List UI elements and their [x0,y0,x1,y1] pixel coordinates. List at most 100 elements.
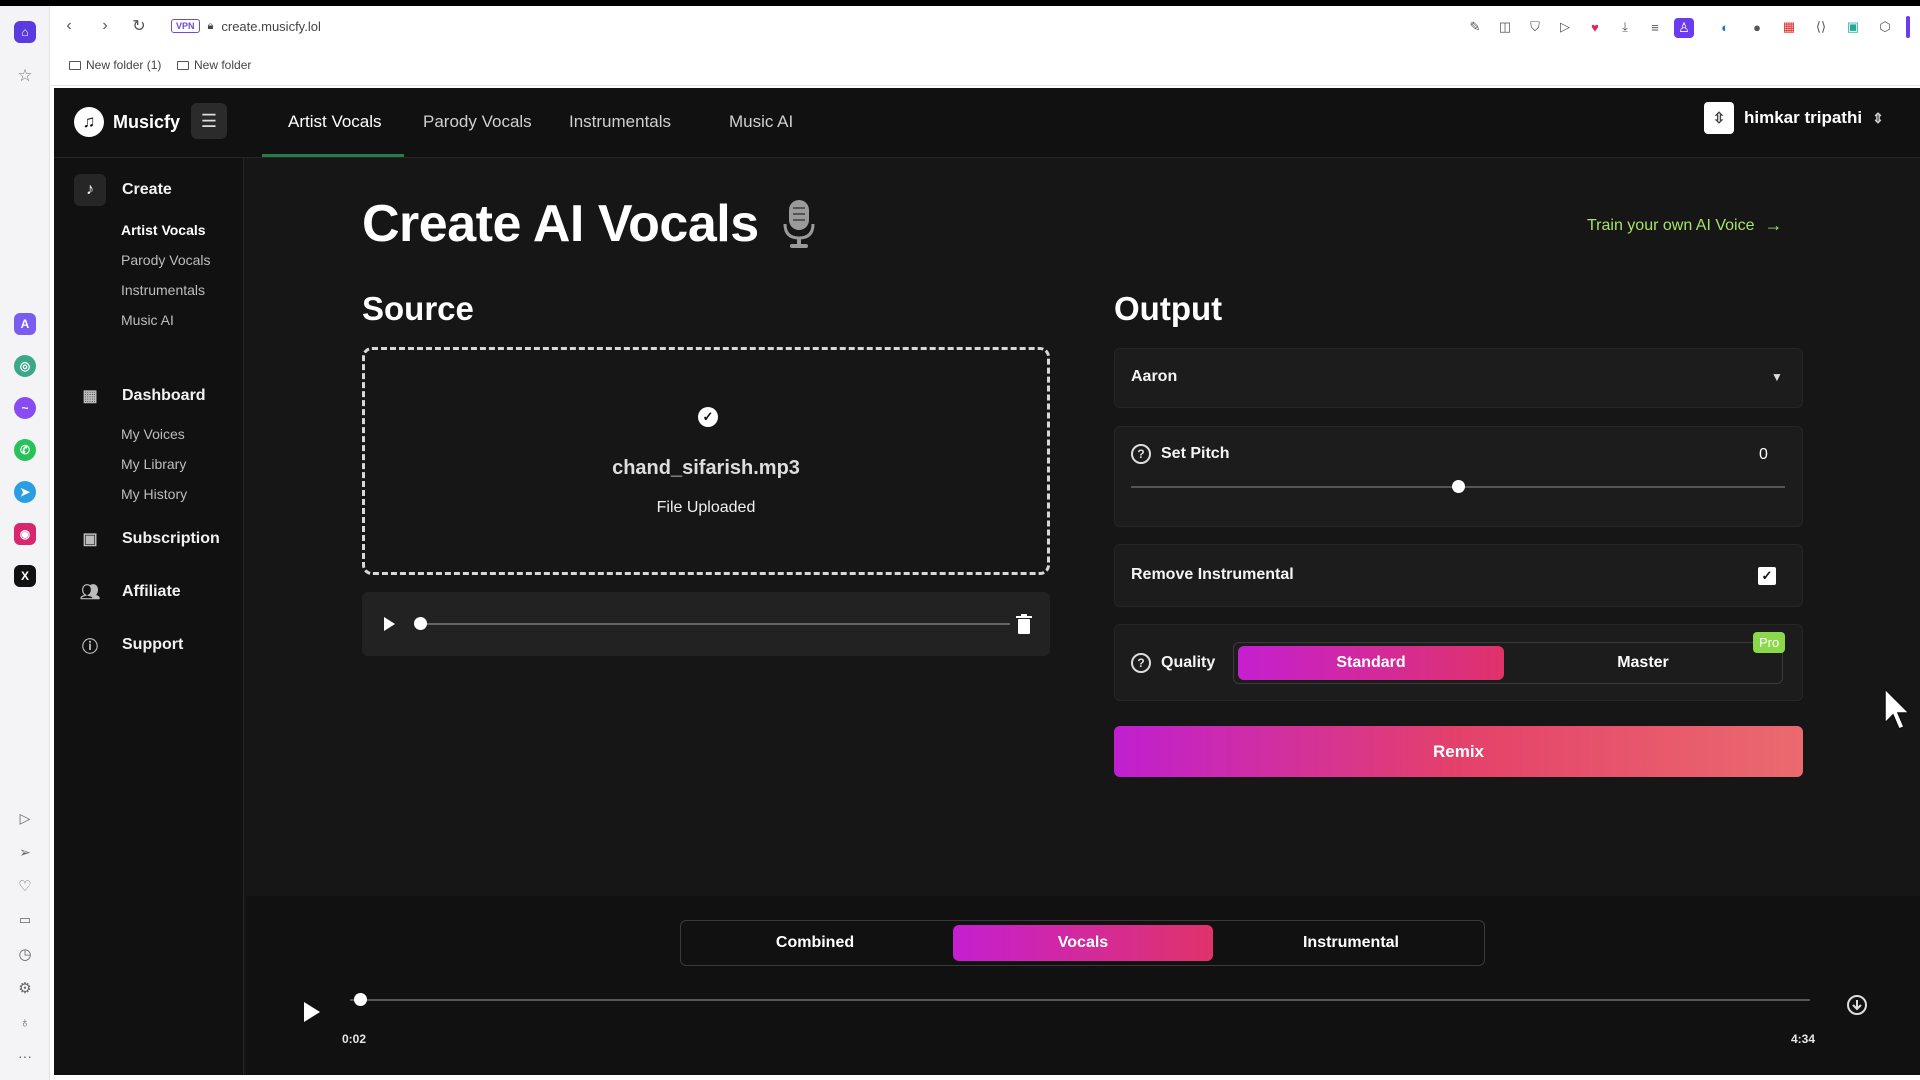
output-title: Output [1114,290,1223,327]
page-title: Create AI Vocals [362,194,815,254]
remove-instrumental-checkbox[interactable]: ✓ [1758,567,1776,585]
source-progress-knob[interactable] [414,617,427,630]
train-voice-link[interactable]: Train your own AI Voice → [1587,215,1783,236]
tab-music-ai[interactable]: Music AI [729,112,793,132]
reload-icon[interactable]: ↻ [129,16,149,36]
play-icon[interactable]: ▷ [1556,18,1574,36]
download-icon[interactable] [1846,994,1868,1016]
source-progress-track[interactable] [420,623,1010,625]
player-icon[interactable]: ▷ [13,806,37,830]
user-name: himkar tripathi [1744,108,1863,127]
send-icon[interactable]: ➢ [13,840,37,864]
bookmark-folder-1[interactable]: New folder (1) [69,58,161,72]
sidebar-item-my-history[interactable]: My History [121,486,187,502]
quality-master-option[interactable]: Master [1510,646,1776,680]
sidebar-item-dashboard[interactable]: ▦ Dashboard [74,380,205,412]
edge-icon[interactable]: ◐ [1716,18,1734,36]
remix-button[interactable]: Remix [1114,726,1803,777]
sidebar-item-my-library[interactable]: My Library [121,456,186,472]
bookmark-folder-2[interactable]: New folder [177,58,251,72]
quality-label: ? Quality [1131,653,1215,673]
code-icon[interactable]: ⟨⟩ [1812,18,1830,36]
sidebar-item-parody-vocals[interactable]: Parody Vocals [121,252,211,268]
settings-icon[interactable]: ⚙ [13,976,37,1000]
sidebar-item-artist-vocals[interactable]: Artist Vocals [121,222,206,238]
selected-voice: Aaron [1131,368,1178,385]
subscription-icon: ▣ [82,531,98,548]
app-header: ♫ Musicfy ☰ Artist Vocals Parody Vocals … [54,88,1920,158]
pitch-slider-thumb[interactable] [1452,480,1465,493]
edit-icon[interactable]: ✎ [1466,18,1484,36]
sidebar-item-affiliate[interactable]: 👥︎ Affiliate [74,576,181,608]
heart-icon[interactable]: ♥ [1586,18,1604,36]
tab-parody-vocals[interactable]: Parody Vocals [423,112,532,132]
duration-time: 4:34 [1791,1032,1816,1046]
music-note-icon: ♪ [74,174,106,206]
quality-standard-option[interactable]: Standard [1238,646,1504,680]
sidebar-item-instrumentals[interactable]: Instrumentals [121,282,205,298]
sidebar-item-my-voices[interactable]: My Voices [121,426,185,442]
sidebar-toggle-button[interactable]: ☰ [191,103,227,139]
sidebar-item-support[interactable]: ⓘ Support [74,629,183,661]
trash-icon[interactable] [1016,614,1032,634]
x-icon[interactable]: X [13,564,37,588]
instagram-icon[interactable]: ◉ [13,522,37,546]
help-icon[interactable]: ? [1131,444,1151,464]
vpn-badge[interactable]: VPN [171,19,200,33]
profile-icon[interactable]: ♙ [1674,18,1694,38]
address-bar[interactable]: VPN 🔒︎ create.musicfy.lol [171,14,321,38]
mode-instrumental-option[interactable]: Instrumental [1221,925,1481,961]
folder-icon [69,60,81,70]
shield-icon[interactable]: ⛉ [1526,18,1544,36]
pitch-label: ? Set Pitch [1131,444,1229,464]
bookmarks-bar: New folder (1) New folder [51,46,1920,86]
logo[interactable]: ♫ Musicfy [74,107,180,137]
sidebar-item-create[interactable]: ♪ Create [74,174,172,206]
download-icon[interactable]: ⤓ [1616,18,1634,36]
history-icon[interactable]: ◷ [13,942,37,966]
more-icon[interactable]: ··· [13,1044,37,1068]
play-icon[interactable] [384,617,395,631]
user-menu[interactable]: ⇳ himkar tripathi ⇕ [1704,102,1884,134]
sidebar-item-subscription[interactable]: ▣ Subscription [74,523,219,555]
translate-icon[interactable]: ▣ [1844,18,1862,36]
messenger-icon[interactable]: ~ [13,396,37,420]
chatgpt-icon[interactable]: ◎ [13,354,37,378]
extension-grid-icon[interactable]: ▦ [1780,18,1798,36]
tab-instrumentals[interactable]: Instrumentals [569,112,671,132]
quality-selector: Standard Master [1233,642,1783,684]
help-icon[interactable]: ? [1131,653,1151,673]
camera-icon[interactable]: ◫ [1496,18,1514,36]
extension-icon[interactable]: ● [1748,18,1766,36]
result-player-panel: Combined Vocals Instrumental 0:02 4:34 [246,896,1920,1075]
remove-instrumental-card: Remove Instrumental ✓ [1114,544,1803,607]
star-icon[interactable]: ☆ [13,64,37,88]
telegram-icon[interactable]: ➤ [13,480,37,504]
mode-combined-option[interactable]: Combined [685,925,945,961]
lock-icon: 🔒︎ [207,19,214,32]
quality-card: ? Quality Standard Master Pro [1114,624,1803,701]
file-dropzone[interactable]: ✓ chand_sifarish.mp3 File Uploaded [362,347,1050,575]
play-icon[interactable] [304,1002,320,1022]
tab-artist-vocals[interactable]: Artist Vocals [288,112,382,132]
whatsapp-icon[interactable]: ✆ [13,438,37,462]
forward-icon[interactable]: › [95,16,115,36]
cube-icon[interactable]: ⬡ [1876,18,1894,36]
tabs-icon[interactable]: ▭ [13,908,37,932]
voice-select[interactable]: Aaron ▼ [1114,348,1803,408]
mode-vocals-option[interactable]: Vocals [953,925,1213,961]
current-time: 0:02 [342,1032,367,1046]
main-progress-knob[interactable] [354,993,368,1006]
heart-icon[interactable]: ♡ [13,874,37,898]
main-progress-track[interactable] [350,999,1810,1001]
upload-status: File Uploaded [656,499,756,516]
pitch-value: 0 [1759,446,1768,463]
back-icon[interactable]: ‹ [59,16,79,36]
aria-icon[interactable]: A [13,312,37,336]
sidebar-item-music-ai[interactable]: Music AI [121,312,174,328]
home-icon[interactable]: ⌂ [13,20,37,44]
lightbulb-icon[interactable]: ♁ [13,1010,37,1034]
chevron-updown-icon: ⇕ [1872,109,1884,126]
menu-icon[interactable]: ≡ [1646,18,1664,36]
source-audio-player [362,592,1050,656]
